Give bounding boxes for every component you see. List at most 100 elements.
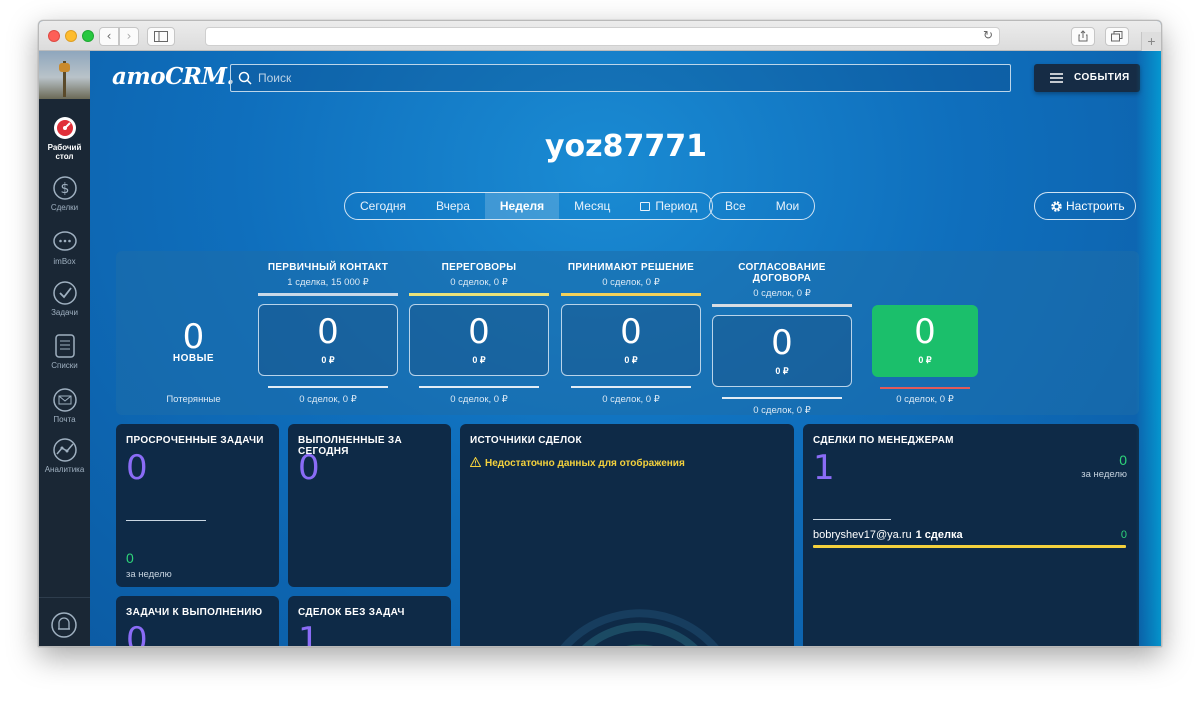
new-tab-button[interactable]: + xyxy=(1141,32,1161,51)
widget-divider xyxy=(126,520,206,521)
chat-icon xyxy=(52,231,77,251)
nav-item-dashboard[interactable]: Рабочий стол xyxy=(39,115,90,161)
sidebar-icon xyxy=(154,31,168,42)
stage-box[interactable]: 0 0 ₽ xyxy=(712,315,852,387)
stage-divider xyxy=(722,397,842,399)
sidebar-toggle-button[interactable] xyxy=(147,27,175,46)
stage-amount: 0 ₽ xyxy=(472,355,486,365)
amocrm-logo[interactable]: amoCRM. xyxy=(112,63,234,90)
stage-summary: 0 сделок, 0 ₽ xyxy=(450,277,508,288)
widget-deals-by-managers[interactable]: СДЕЛКИ ПО МЕНЕДЖЕРАМ 1 0 за неделю bobry… xyxy=(803,424,1139,646)
forward-button[interactable]: › xyxy=(119,27,139,46)
won-box[interactable]: 0 0 ₽ xyxy=(872,305,978,377)
zoom-window-button[interactable] xyxy=(82,30,94,42)
events-button[interactable]: СОБЫТИЯ xyxy=(1034,64,1140,92)
search-input[interactable] xyxy=(258,65,998,91)
search-icon xyxy=(238,71,252,85)
stage-color-bar xyxy=(561,293,701,296)
reload-icon[interactable]: ↻ xyxy=(983,28,993,42)
lost-leads-label[interactable]: Потерянные xyxy=(116,394,271,405)
calendar-icon xyxy=(640,202,651,211)
period-custom[interactable]: Период xyxy=(625,193,712,219)
manager-progress-bar xyxy=(813,545,1126,548)
period-yesterday[interactable]: Вчера xyxy=(421,193,485,219)
browser-toolbar: ‹ › ↻ + xyxy=(39,21,1161,51)
widget-done-today[interactable]: ВЫПОЛНЕННЫЕ ЗА СЕГОДНЯ 0 xyxy=(288,424,451,587)
stage-color-bar xyxy=(258,293,398,296)
back-button[interactable]: ‹ xyxy=(99,27,119,46)
stage-box[interactable]: 0 0 ₽ xyxy=(258,304,398,376)
notifications-bell-icon[interactable] xyxy=(51,610,77,640)
tabs-overview-button[interactable] xyxy=(1105,27,1129,46)
manager-row[interactable]: bobryshev17@ya.ru 1 сделка xyxy=(813,529,963,541)
stage-name: ПЕРЕГОВОРЫ xyxy=(441,262,517,273)
stage-box[interactable]: 0 0 ₽ xyxy=(561,304,701,376)
nav-item-lists[interactable]: Списки xyxy=(39,333,90,370)
share-button[interactable] xyxy=(1071,27,1095,46)
settings-button[interactable]: Настроить xyxy=(1034,192,1136,220)
menu-lines-icon xyxy=(1050,73,1063,83)
won-count: 0 xyxy=(914,312,936,352)
stage-first-contact[interactable]: ПЕРВИЧНЫЙ КОНТАКТ 1 сделка, 15 000 ₽ 0 0… xyxy=(258,251,398,405)
stage-color-bar xyxy=(409,293,549,296)
stage-bottom-summary: 0 сделок, 0 ₽ xyxy=(753,405,811,416)
widget-value: 0 xyxy=(126,620,148,647)
period-filter: Сегодня Вчера Неделя Месяц Период xyxy=(344,192,714,220)
stage-count: 0 xyxy=(468,312,490,352)
period-today[interactable]: Сегодня xyxy=(345,193,421,219)
period-week[interactable]: Неделя xyxy=(484,193,560,219)
close-window-button[interactable] xyxy=(48,30,60,42)
search-bar[interactable] xyxy=(230,64,1011,92)
share-icon xyxy=(1078,30,1088,42)
no-data-text: Недостаточно данных для отображения xyxy=(485,458,685,469)
stage-count: 0 xyxy=(620,312,642,352)
browser-window: ‹ › ↻ + Рабочий стол $ Сделки imBox Зада… xyxy=(38,20,1162,647)
stage-name: ПРИНИМАЮТ РЕШЕНИЕ xyxy=(567,262,695,273)
stage-contract[interactable]: СОГЛАСОВАНИЕ ДОГОВОРА 0 сделок, 0 ₽ 0 0 … xyxy=(712,251,852,416)
owner-mine[interactable]: Мои xyxy=(761,193,815,219)
stage-negotiation[interactable]: ПЕРЕГОВОРЫ 0 сделок, 0 ₽ 0 0 ₽ 0 сделок,… xyxy=(409,251,549,405)
widget-overdue-tasks[interactable]: ПРОСРОЧЕННЫЕ ЗАДАЧИ 0 0 за неделю xyxy=(116,424,279,587)
deals-dollar-icon: $ xyxy=(52,176,77,200)
stage-box[interactable]: 0 0 ₽ xyxy=(409,304,549,376)
user-avatar[interactable] xyxy=(39,51,90,99)
stage-amount: 0 ₽ xyxy=(775,366,789,376)
stage-amount: 0 ₽ xyxy=(321,355,335,365)
nav-label: Рабочий стол xyxy=(47,143,82,161)
widget-week-label: за неделю xyxy=(1081,469,1127,480)
address-bar[interactable]: ↻ xyxy=(205,27,1000,46)
stage-amount: 0 ₽ xyxy=(624,355,638,365)
nav-item-mail[interactable]: Почта xyxy=(39,387,90,424)
events-button-label: СОБЫТИЯ xyxy=(1074,72,1130,83)
nav-item-analytics[interactable]: Аналитика xyxy=(39,437,90,474)
new-leads-count: 0 xyxy=(182,317,205,357)
nav-label: Списки xyxy=(51,361,78,370)
stage-summary: 1 сделка, 15 000 ₽ xyxy=(287,277,369,288)
nav-label: Задачи xyxy=(51,308,78,317)
widget-deals-without-tasks[interactable]: СДЕЛОК БЕЗ ЗАДАЧ 1 xyxy=(288,596,451,646)
stage-decision[interactable]: ПРИНИМАЮТ РЕШЕНИЕ 0 сделок, 0 ₽ 0 0 ₽ 0 … xyxy=(561,251,701,405)
owner-filter: Все Мои xyxy=(709,192,816,220)
stage-divider xyxy=(571,386,691,388)
nav-item-imbox[interactable]: imBox xyxy=(39,229,90,266)
won-amount: 0 ₽ xyxy=(918,355,932,365)
widget-tasks-todo[interactable]: ЗАДАЧИ К ВЫПОЛНЕНИЮ 0 xyxy=(116,596,279,647)
tabs-icon xyxy=(1111,31,1123,42)
nav-item-deals[interactable]: $ Сделки xyxy=(39,175,90,212)
owner-all[interactable]: Все xyxy=(710,193,761,219)
empty-donut-placeholder xyxy=(560,609,719,646)
stage-divider xyxy=(419,386,539,388)
stage-bottom-summary: 0 сделок, 0 ₽ xyxy=(299,394,357,405)
period-month[interactable]: Месяц xyxy=(559,193,625,219)
nav-label: Сделки xyxy=(50,203,79,212)
widget-deal-sources[interactable]: ИСТОЧНИКИ СДЕЛОК Недостаточно данных для… xyxy=(460,424,794,646)
stage-summary: 0 сделок, 0 ₽ xyxy=(602,277,660,288)
stage-divider xyxy=(268,386,388,388)
minimize-window-button[interactable] xyxy=(65,30,77,42)
settings-button-label: Настроить xyxy=(1066,199,1125,213)
stage-count: 0 xyxy=(771,323,793,363)
nav-label: imBox xyxy=(53,257,76,266)
lists-icon xyxy=(54,334,75,358)
nav-item-tasks[interactable]: Задачи xyxy=(39,280,90,317)
widget-week-label: за неделю xyxy=(126,569,172,580)
